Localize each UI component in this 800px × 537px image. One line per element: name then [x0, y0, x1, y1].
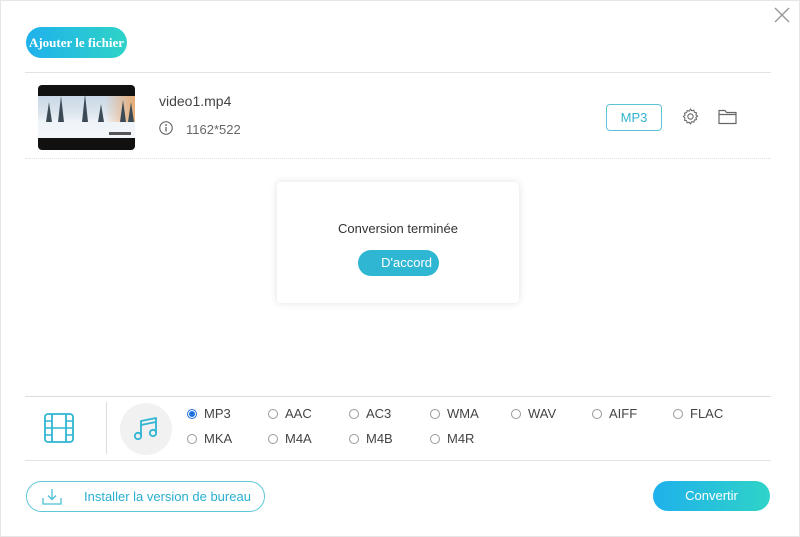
download-icon: [42, 489, 62, 505]
conversion-complete-dialog: Conversion terminée D'accord: [277, 182, 519, 303]
radio-button[interactable]: [268, 408, 278, 419]
format-option-flac[interactable]: FLAC: [673, 406, 723, 421]
format-option-aiff[interactable]: AIFF: [592, 406, 637, 421]
format-label: M4A: [285, 431, 312, 446]
radio-button[interactable]: [430, 408, 440, 419]
install-desktop-label: Installer la version de bureau: [84, 489, 251, 504]
format-label: AIFF: [609, 406, 638, 421]
radio-button[interactable]: [592, 408, 602, 419]
divider: [25, 158, 771, 159]
radio-button[interactable]: [268, 433, 278, 444]
format-label: M4B: [366, 431, 393, 446]
format-option-wav[interactable]: WAV: [511, 406, 556, 421]
radio-button[interactable]: [187, 408, 197, 419]
format-option-mp3[interactable]: MP3: [187, 406, 231, 421]
dialog-message: Conversion terminée: [338, 221, 458, 236]
divider: [25, 460, 771, 461]
file-resolution: 1162*522: [186, 122, 241, 137]
format-option-ac3[interactable]: AC3: [349, 406, 391, 421]
video-thumbnail: [38, 85, 135, 150]
divider: [25, 396, 771, 397]
ok-button[interactable]: D'accord: [358, 250, 439, 276]
format-label: WMA: [447, 406, 479, 421]
install-desktop-button[interactable]: Installer la version de bureau: [26, 481, 265, 512]
radio-button[interactable]: [187, 433, 197, 444]
divider: [25, 72, 771, 73]
video-format-tab-film-icon[interactable]: [44, 413, 74, 443]
format-label: WAV: [528, 406, 557, 421]
radio-button[interactable]: [511, 408, 521, 419]
format-option-wma[interactable]: WMA: [430, 406, 479, 421]
format-label: MP3: [204, 406, 231, 421]
file-name: video1.mp4: [159, 93, 232, 109]
format-option-m4r[interactable]: M4R: [430, 431, 474, 446]
music-note-icon: [133, 417, 158, 441]
convert-button[interactable]: Convertir: [653, 481, 770, 511]
format-option-m4a[interactable]: M4A: [268, 431, 312, 446]
format-label: FLAC: [690, 406, 724, 421]
audio-format-tab[interactable]: [120, 403, 172, 455]
format-label: MKA: [204, 431, 233, 446]
folder-icon[interactable]: [718, 108, 737, 125]
format-label: M4R: [447, 431, 475, 446]
close-icon[interactable]: [772, 5, 792, 25]
radio-button[interactable]: [349, 408, 359, 419]
radio-button[interactable]: [349, 433, 359, 444]
format-option-m4b[interactable]: M4B: [349, 431, 393, 446]
radio-button[interactable]: [430, 433, 440, 444]
gear-icon[interactable]: [681, 107, 700, 126]
add-file-button[interactable]: Ajouter le fichier: [26, 27, 127, 58]
format-option-aac[interactable]: AAC: [268, 406, 312, 421]
output-format-button[interactable]: MP3: [606, 104, 662, 131]
radio-button[interactable]: [673, 408, 683, 419]
format-label: AAC: [285, 406, 312, 421]
info-icon[interactable]: [159, 121, 173, 135]
format-label: AC3: [366, 406, 392, 421]
divider: [106, 402, 107, 454]
format-option-mka[interactable]: MKA: [187, 431, 232, 446]
